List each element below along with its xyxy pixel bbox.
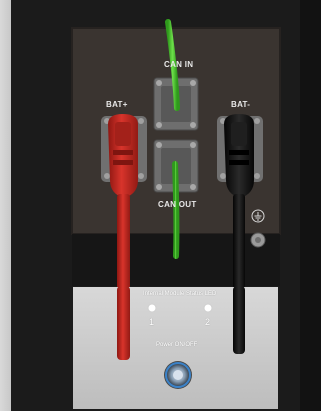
battery-connection-panel: CAN IN CAN OUT BAT+ BAT- Internal Module…: [0, 0, 321, 411]
status-led-label: Internal Module Status LED: [143, 291, 217, 297]
led-2-label: 2: [205, 317, 211, 327]
can-out-label: CAN OUT: [158, 200, 197, 209]
power-label: Power ON/OFF: [156, 342, 198, 348]
status-plate: [73, 287, 278, 409]
bat-plus-label: BAT+: [106, 100, 128, 109]
power-button-icon[interactable]: [164, 361, 192, 389]
led-1-label: 1: [149, 317, 155, 327]
status-led-1: [147, 303, 157, 313]
bat-minus-label: BAT-: [231, 100, 251, 109]
status-led-2: [203, 303, 213, 313]
left-wall: [0, 0, 11, 411]
can-out-cable: [172, 161, 180, 259]
can-in-label: CAN IN: [164, 60, 194, 69]
